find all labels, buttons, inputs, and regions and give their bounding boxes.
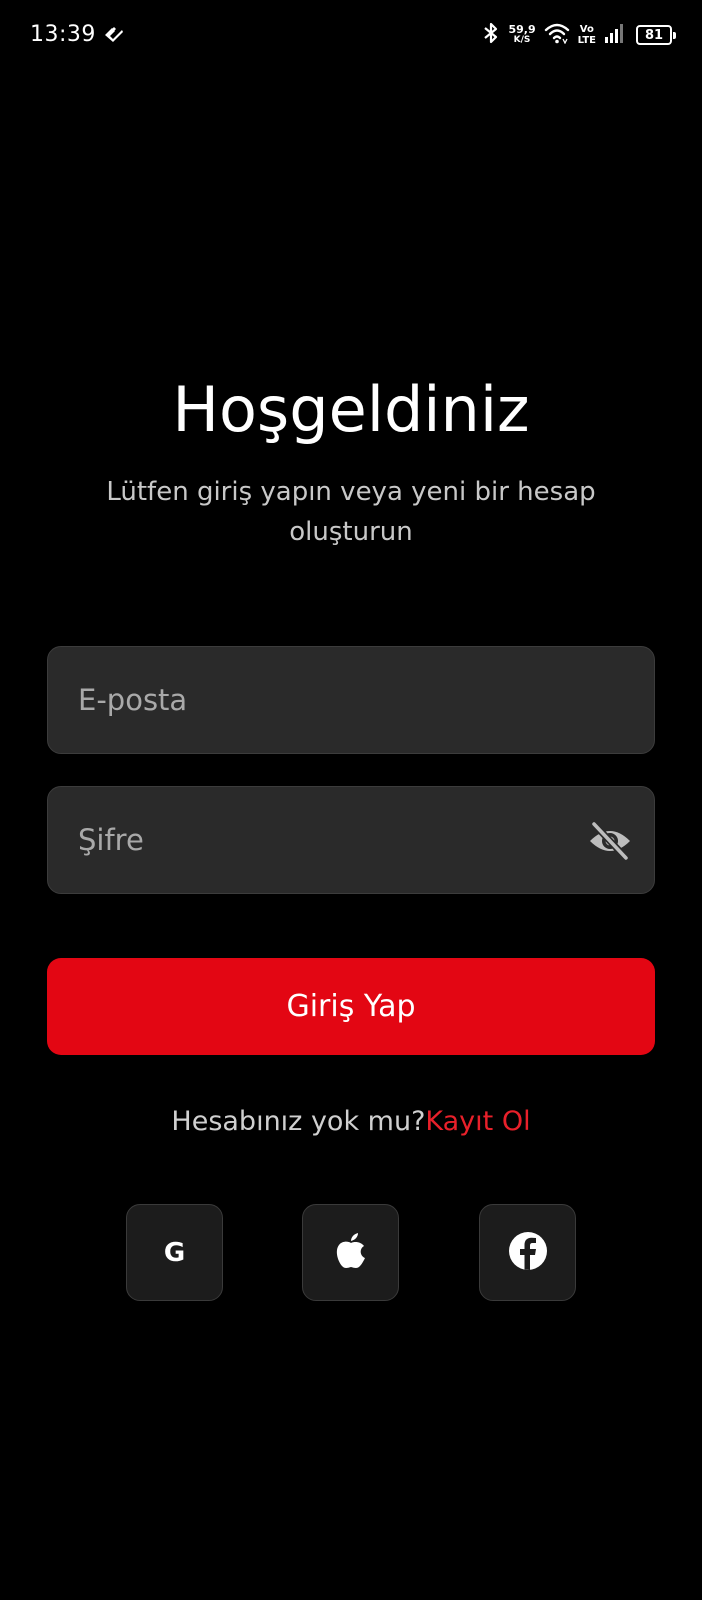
- volte-indicator: Vo LTE: [578, 24, 596, 46]
- register-link[interactable]: Kayıt Ol: [425, 1106, 530, 1137]
- network-speed-value: 59,9: [508, 23, 536, 36]
- status-icons: 59,9 K/S Vo LTE 81: [482, 20, 676, 50]
- signal-icon: [604, 22, 626, 48]
- register-prompt-text: Hesabınız yok mu?: [171, 1106, 426, 1137]
- status-bar: 13:39 59,9 K/S Vo LTE 81: [0, 0, 702, 70]
- apple-icon: [334, 1232, 368, 1274]
- battery-level: 81: [644, 27, 664, 43]
- eye-off-icon[interactable]: [588, 819, 632, 863]
- app-notification-icon: [102, 23, 126, 47]
- volte-bottom: LTE: [577, 35, 596, 46]
- facebook-login-button[interactable]: [479, 1204, 576, 1301]
- network-speed: 59,9 K/S: [508, 24, 535, 46]
- password-input[interactable]: [78, 787, 598, 893]
- apple-login-button[interactable]: [302, 1204, 399, 1301]
- page-subtitle: Lütfen giriş yapın veya yeni bir hesap o…: [106, 477, 596, 547]
- status-time: 13:39: [30, 22, 96, 47]
- page-title: Hoşgeldiniz: [172, 373, 530, 446]
- facebook-icon: [508, 1231, 548, 1275]
- password-field[interactable]: [47, 786, 655, 894]
- battery-icon: 81: [636, 25, 676, 45]
- network-speed-unit: K/S: [513, 35, 531, 45]
- wifi-icon: [544, 22, 570, 48]
- volte-top: Vo: [579, 24, 594, 35]
- bluetooth-icon: [482, 21, 500, 49]
- login-button[interactable]: Giriş Yap: [47, 958, 655, 1055]
- google-icon: G: [163, 1237, 186, 1268]
- google-login-button[interactable]: G: [126, 1204, 223, 1301]
- login-screen: 13:39 59,9 K/S Vo LTE 81 Hoşgeldiniz Lüt…: [0, 0, 702, 1600]
- email-input[interactable]: [78, 647, 598, 753]
- register-prompt: Hesabınız yok mu?Kayıt Ol: [0, 1100, 702, 1144]
- email-field[interactable]: [47, 646, 655, 754]
